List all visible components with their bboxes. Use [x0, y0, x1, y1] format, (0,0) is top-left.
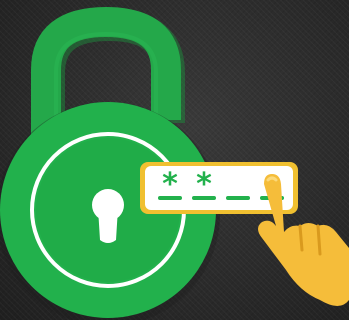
password-mask-char: * [161, 167, 179, 202]
password-mask-char: * [195, 167, 213, 202]
pointing-hand-icon [258, 174, 349, 306]
lock-illustration: * * [0, 6, 349, 320]
